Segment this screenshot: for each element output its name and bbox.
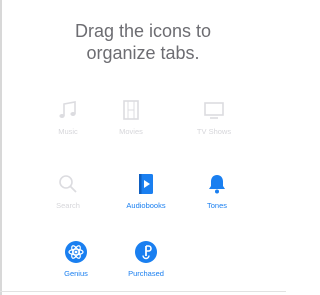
bottom-divider xyxy=(0,291,286,292)
tab-label-genius: Genius xyxy=(64,269,88,278)
tab-label-audiobooks: Audiobooks xyxy=(126,201,166,210)
tab-tile-genius[interactable]: Genius xyxy=(41,240,111,290)
tab-label-tones: Tones xyxy=(206,201,227,210)
tab-tile-tones[interactable]: Tones xyxy=(182,172,252,222)
bell-icon xyxy=(209,175,225,194)
music-note-icon xyxy=(59,101,76,118)
instruction-header: Drag the icons to organize tabs. xyxy=(0,20,286,64)
purchased-icon xyxy=(135,241,157,263)
instruction-line-1: Drag the icons to xyxy=(74,21,212,41)
tab-tile-movies[interactable]: Movies xyxy=(96,98,166,148)
tab-label-tv-shows: TV Shows xyxy=(196,127,232,136)
tab-label-purchased: Purchased xyxy=(128,269,164,278)
instruction-line-2: organize tabs. xyxy=(86,43,200,63)
customize-tabs-sheet: Drag the icons to organize tabs. Music M… xyxy=(0,0,286,295)
tab-tile-search[interactable]: Search xyxy=(33,172,103,222)
tab-label-music: Music xyxy=(58,127,78,136)
tab-tile-tv-shows[interactable]: TV Shows xyxy=(179,98,249,148)
tab-tile-music[interactable]: Music xyxy=(33,98,103,148)
search-icon xyxy=(59,175,77,193)
film-strip-icon xyxy=(123,100,139,120)
tab-tile-purchased[interactable]: Purchased xyxy=(111,240,181,290)
genius-atom-icon xyxy=(65,241,87,263)
audiobook-icon xyxy=(139,174,153,194)
tab-label-search: Search xyxy=(56,201,80,210)
tab-label-movies: Movies xyxy=(119,127,143,136)
tab-tile-audiobooks[interactable]: Audiobooks xyxy=(111,172,181,222)
tv-icon xyxy=(204,102,224,119)
